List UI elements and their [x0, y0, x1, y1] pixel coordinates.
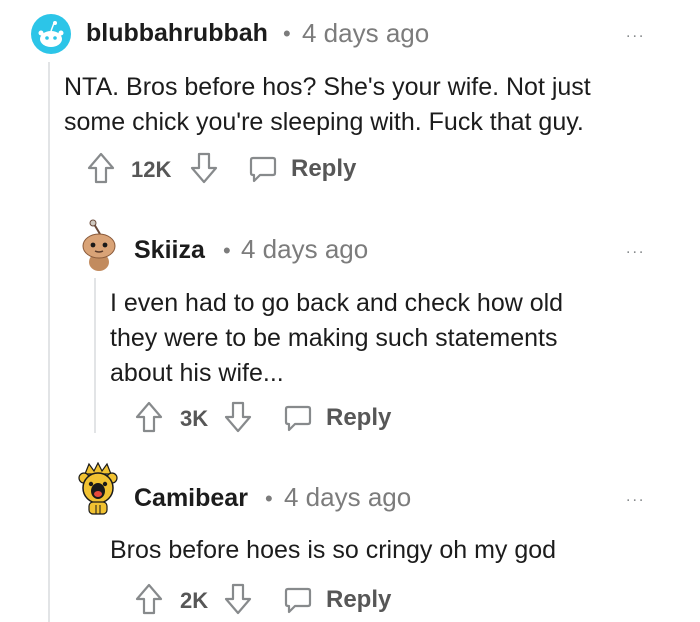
comment-body: NTA. Bros before hos? She's your wife. N…	[64, 70, 591, 140]
username[interactable]: blubbahrubbah	[86, 19, 268, 48]
vote-count: 2K	[180, 588, 209, 613]
more-options-button[interactable]: ...	[626, 488, 645, 506]
avatar[interactable]	[75, 462, 121, 518]
more-options-button[interactable]: ...	[626, 24, 645, 42]
reply-icon[interactable]	[248, 154, 278, 184]
reply-icon[interactable]	[283, 585, 313, 615]
avatar[interactable]	[76, 218, 122, 272]
separator-dot: •	[283, 21, 291, 46]
username[interactable]: Camibear	[134, 484, 248, 513]
comment-line: about his wife...	[110, 359, 284, 387]
upvote-icon[interactable]	[135, 583, 163, 615]
snoo-avatar-icon	[82, 219, 116, 271]
comment-line: some chick you're sleeping with. Fuck th…	[64, 108, 584, 136]
vote-count: 3K	[180, 406, 209, 431]
upvote-icon[interactable]	[135, 401, 163, 433]
reply-button[interactable]: Reply	[326, 404, 391, 432]
separator-dot: •	[265, 486, 273, 511]
upvote-icon[interactable]	[87, 152, 115, 184]
separator-dot: •	[223, 238, 231, 263]
bear-avatar-icon	[78, 462, 118, 515]
timestamp[interactable]: 4 days ago	[284, 482, 411, 513]
comment-line: Bros before hoes is so cringy oh my god	[110, 536, 557, 564]
comment-line: they were to be making such statements	[110, 324, 558, 352]
comment-body: Bros before hoes is so cringy oh my god	[110, 533, 556, 568]
comment-line: NTA. Bros before hos? She's your wife. N…	[64, 73, 591, 101]
avatar[interactable]	[31, 14, 71, 54]
downvote-icon[interactable]	[224, 401, 252, 433]
timestamp[interactable]: 4 days ago	[302, 18, 429, 49]
thread-line[interactable]	[94, 278, 96, 433]
vote-count: 12K	[131, 157, 172, 182]
snoo-avatar-icon	[38, 21, 64, 47]
thread-line[interactable]	[48, 62, 50, 622]
username[interactable]: Skiiza	[134, 236, 205, 265]
downvote-icon[interactable]	[190, 152, 218, 184]
more-options-button[interactable]: ...	[626, 240, 645, 258]
comment-line: I even had to go back and check how old	[110, 289, 564, 317]
comment-body: I even had to go back and check how old …	[110, 286, 563, 391]
reply-button[interactable]: Reply	[291, 155, 356, 183]
reply-icon[interactable]	[283, 403, 313, 433]
reply-button[interactable]: Reply	[326, 586, 391, 614]
timestamp[interactable]: 4 days ago	[241, 234, 368, 265]
downvote-icon[interactable]	[224, 583, 252, 615]
